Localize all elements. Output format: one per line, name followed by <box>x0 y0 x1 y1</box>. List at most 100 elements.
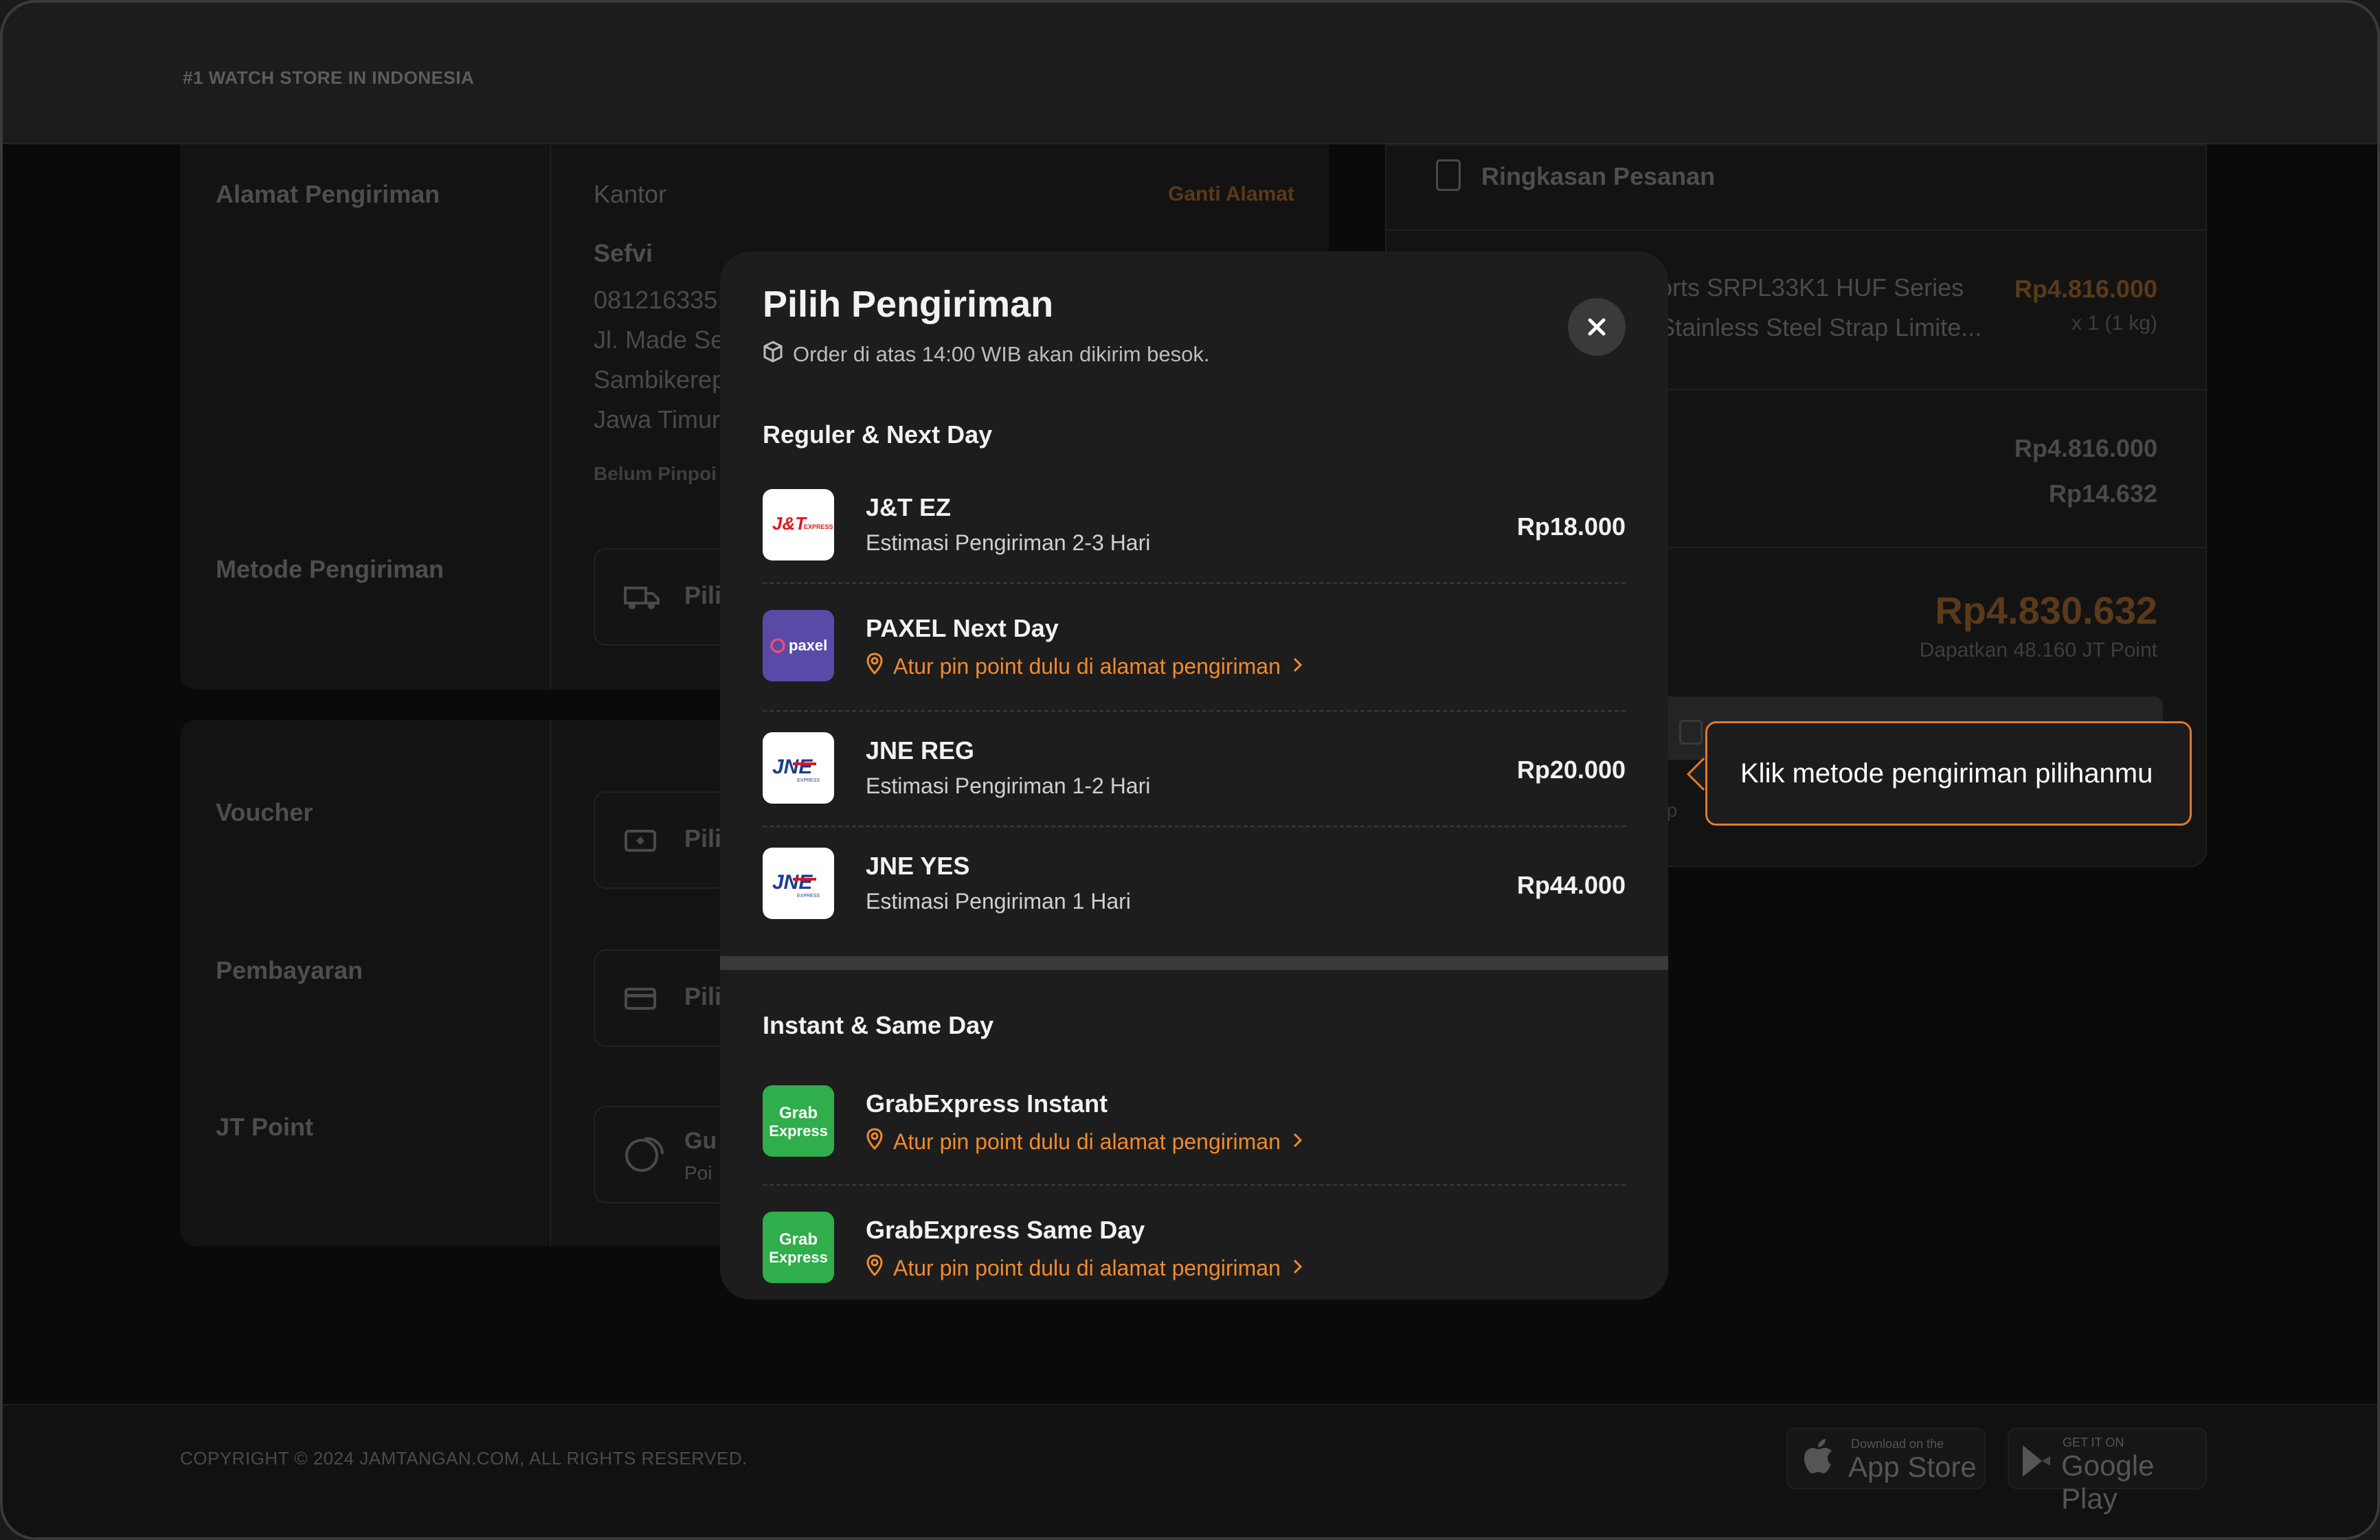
svg-text:Grab: Grab <box>779 1104 818 1122</box>
svg-text:EXPRESS: EXPRESS <box>797 894 820 898</box>
google-play-icon <box>2021 1444 2053 1486</box>
svg-text:EXPRESS: EXPRESS <box>804 523 833 530</box>
divider <box>550 720 551 1246</box>
ticket-icon <box>624 827 657 854</box>
order-summary-title: Ringkasan Pesanan <box>1481 162 1716 190</box>
google-play-caption: GET IT ON <box>2063 1436 2124 1449</box>
option-price: Rp20.000 <box>1516 756 1626 784</box>
option-price: Rp18.000 <box>1516 512 1626 541</box>
lock-icon <box>1679 720 1703 745</box>
location-pin-icon <box>866 1128 884 1155</box>
svg-text:Express: Express <box>769 1249 828 1266</box>
voucher-placeholder: Pili <box>684 824 722 852</box>
chevron-right-icon <box>1290 1129 1304 1155</box>
site-header: #1 WATCH STORE IN INDONESIA <box>3 3 2377 144</box>
google-play-label: Google Play <box>2061 1449 2155 1515</box>
option-estimate: Estimasi Pengiriman 1-2 Hari <box>866 773 1151 798</box>
shipping-option-grab-same-day[interactable]: Grab Express GrabExpress Same Day Atur pi… <box>763 1212 1626 1294</box>
pinpoint-warning-link[interactable]: Atur pin point dulu di alamat pengiriman <box>866 653 1304 680</box>
jnt-logo: J&T EXPRESS <box>763 489 834 560</box>
voucher-label: Voucher <box>216 798 313 826</box>
divider <box>763 710 1626 712</box>
address-line: Sambikerep <box>594 365 726 394</box>
jt-point-selector[interactable]: Gu Poi <box>594 1106 731 1203</box>
option-name: J&T EZ <box>866 493 952 521</box>
shipping-method-placeholder: Pili <box>684 581 722 609</box>
close-button[interactable] <box>1568 298 1626 356</box>
jt-point-sub: Poi <box>684 1162 712 1184</box>
option-name: PAXEL Next Day <box>866 614 1059 642</box>
truck-icon <box>624 584 660 611</box>
shipping-option-jne-yes[interactable]: JNE EXPRESS JNE YES Estimasi Pengiriman 1… <box>763 848 1626 930</box>
divider <box>763 1184 1626 1186</box>
onboarding-tooltip: Klik metode pengiriman pilihanmu <box>1705 721 2192 826</box>
coins-icon <box>624 1135 664 1172</box>
divider <box>1385 229 2207 231</box>
option-name: JNE REG <box>866 736 975 765</box>
pinpoint-warning-text: Atur pin point dulu di alamat pengiriman <box>893 1129 1281 1154</box>
payment-selector[interactable]: Pili <box>594 949 731 1047</box>
jne-logo: JNE EXPRESS <box>763 848 834 919</box>
jt-point-label: JT Point <box>216 1113 313 1141</box>
pinpoint-warning-link[interactable]: Atur pin point dulu di alamat pengiriman <box>866 1254 1304 1282</box>
google-play-badge[interactable]: GET IT ON Google Play <box>2008 1427 2207 1515</box>
pinpoint-warning-link[interactable]: Atur pin point dulu di alamat pengiriman <box>866 1128 1304 1155</box>
jt-point-placeholder: Gu <box>684 1128 717 1154</box>
package-icon <box>763 341 783 368</box>
divider <box>763 582 1626 584</box>
svg-text:Grab: Grab <box>779 1230 818 1249</box>
product-name-line2: Stainless Steel Strap Limite... <box>1659 313 1982 341</box>
shipping-modal: Pilih Pengiriman Order di atas 14:00 WIB… <box>720 251 1668 1300</box>
app-store-label: App Store <box>1848 1451 1977 1483</box>
shipping-method-label: Metode Pengiriman <box>216 555 445 583</box>
chevron-right-icon <box>1290 654 1304 679</box>
voucher-selector[interactable]: Pili <box>594 791 731 889</box>
divider <box>550 144 551 690</box>
pinpoint-warning-text: Atur pin point dulu di alamat pengiriman <box>893 1255 1281 1280</box>
option-estimate: Estimasi Pengiriman 2-3 Hari <box>866 530 1151 555</box>
apple-icon <box>1803 1438 1834 1484</box>
svg-text:paxel: paxel <box>789 637 827 654</box>
shipping-option-paxel[interactable]: paxel PAXEL Next Day Atur pin point dulu… <box>763 610 1626 692</box>
app-store-badge[interactable]: Download on the App Store <box>1786 1427 1986 1489</box>
shipping-method-selector[interactable]: Pili <box>594 548 731 646</box>
subtotal-value: Rp4.816.000 <box>2014 434 2157 462</box>
change-address-link[interactable]: Ganti Alamat <box>1168 183 1294 206</box>
payment-label: Pembayaran <box>216 956 363 984</box>
modal-title: Pilih Pengiriman <box>763 284 1054 325</box>
section-title-instant: Instant & Same Day <box>763 1011 994 1039</box>
address-label: Alamat Pengiriman <box>216 180 440 208</box>
payment-placeholder: Pili <box>684 982 722 1010</box>
product-price: Rp4.816.000 <box>2014 275 2157 303</box>
chevron-right-icon <box>1290 1256 1304 1281</box>
address-type: Kantor <box>594 180 667 208</box>
option-name: GrabExpress Same Day <box>866 1216 1145 1244</box>
shipping-option-jne-reg[interactable]: JNE EXPRESS JNE REG Estimasi Pengiriman 1… <box>763 732 1626 815</box>
option-name: GrabExpress Instant <box>866 1089 1108 1118</box>
svg-text:J&T: J&T <box>772 513 807 534</box>
svg-text:EXPRESS: EXPRESS <box>797 778 820 783</box>
pinpoint-status: Belum Pinpoi <box>594 463 717 484</box>
product-qty: x 1 (1 kg) <box>2071 312 2157 335</box>
fee-value: Rp14.632 <box>2048 479 2157 508</box>
copyright-text: COPYRIGHT © 2024 JAMTANGAN.COM, ALL RIGH… <box>180 1448 748 1469</box>
option-estimate: Estimasi Pengiriman 1 Hari <box>866 889 1131 914</box>
close-icon <box>1588 318 1606 336</box>
section-title-regular: Reguler & Next Day <box>763 420 993 449</box>
document-icon <box>1436 159 1461 191</box>
address-line: Jl. Made Se <box>594 326 725 354</box>
app-store-caption: Download on the <box>1851 1437 1944 1451</box>
points-earned: Dapatkan 48.160 JT Point <box>1919 639 2157 661</box>
recipient-phone: 0812163351 <box>594 286 732 314</box>
svg-text:Express: Express <box>769 1122 828 1140</box>
shipping-option-grab-instant[interactable]: Grab Express GrabExpress Instant Atur pin… <box>763 1085 1626 1168</box>
svg-text:JNE: JNE <box>772 756 813 778</box>
option-name: JNE YES <box>866 852 970 880</box>
address-line: Jawa Timur <box>594 405 721 433</box>
grab-logo: Grab Express <box>763 1085 834 1157</box>
shipping-option-jnt-ez[interactable]: J&T EXPRESS J&T EZ Estimasi Pengiriman 2-… <box>763 489 1626 571</box>
recipient-name: Sefvi <box>594 239 653 267</box>
location-pin-icon <box>866 653 884 680</box>
card-icon <box>624 985 657 1012</box>
product-name: orts SRPL33K1 HUF Series <box>1659 273 1964 302</box>
